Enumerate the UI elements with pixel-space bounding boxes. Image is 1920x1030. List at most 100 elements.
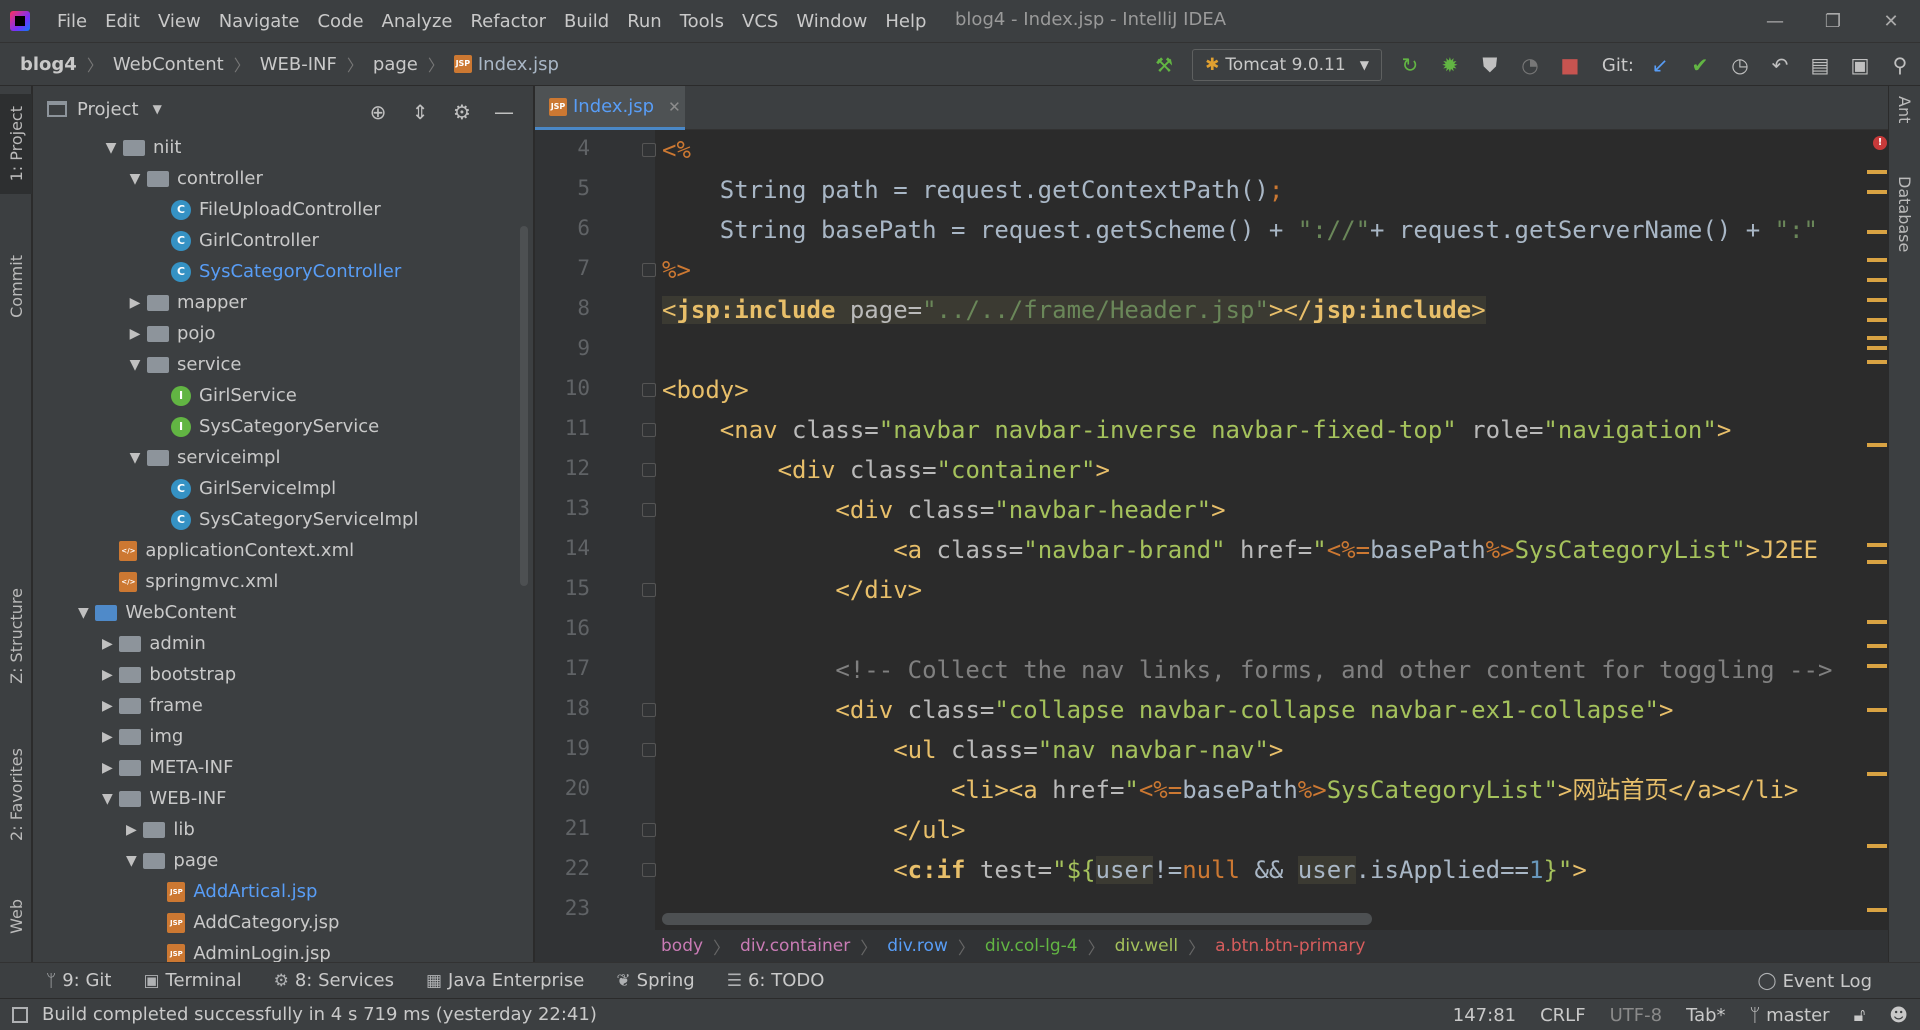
stripe-mark[interactable] [1867,230,1887,234]
menu-build[interactable]: Build [555,11,618,32]
indent-setting[interactable]: Tab* [1686,1005,1725,1026]
collapsed-arrow-icon[interactable]: ▶ [95,729,119,745]
menu-refactor[interactable]: Refactor [461,11,555,32]
menu-vcs[interactable]: VCS [733,11,787,32]
menu-tools[interactable]: Tools [671,11,733,32]
menu-edit[interactable]: Edit [96,11,149,32]
expanded-arrow-icon[interactable]: ▼ [123,450,147,466]
history-clock-icon[interactable]: ◷ [1720,45,1760,85]
stripe-mark[interactable] [1867,278,1887,282]
collapsed-arrow-icon[interactable]: ▶ [123,295,147,311]
collapsed-arrow-icon[interactable]: ▶ [119,822,143,838]
file-encoding[interactable]: UTF-8 [1610,1005,1662,1026]
tree-item[interactable]: C SysCategoryController [147,256,401,287]
tree-item[interactable]: C GirlController [147,225,319,256]
search-icon[interactable]: ⚲ [1880,45,1920,85]
tool-tab-favorites[interactable]: 2: Favorites [0,734,32,854]
tool-tab-spring[interactable]: ❦ Spring [616,970,694,991]
menu-help[interactable]: Help [876,11,935,32]
tree-item[interactable]: ▶ img [95,721,183,752]
stripe-mark[interactable] [1867,560,1887,564]
minimize-button[interactable]: — [1746,0,1804,42]
line-separator[interactable]: CRLF [1540,1005,1585,1026]
tree-item[interactable]: JSP AdminLogin.jsp [143,938,331,962]
run-configuration-select[interactable]: ✱ Tomcat 9.0.11 ▼ [1192,49,1382,81]
git-branch-widget[interactable]: ᛘ master [1750,1005,1830,1026]
tree-item[interactable]: I SysCategoryService [147,411,379,442]
error-indicator-icon[interactable]: ! [1873,136,1887,150]
stripe-mark[interactable] [1867,644,1887,648]
breadcrumb-project[interactable]: blog4 [20,54,77,75]
tree-item[interactable]: ▶ frame [95,690,203,721]
fold-marker-icon[interactable] [642,583,656,597]
tool-tab-structure[interactable]: Z: Structure [0,576,32,696]
tool-tab-terminal[interactable]: ▣ Terminal [143,970,241,991]
tree-item[interactable]: ▼ niit [99,132,182,163]
stripe-mark[interactable] [1867,844,1887,848]
editor-crumb-well[interactable]: div.well [1115,936,1178,956]
stripe-mark[interactable] [1867,664,1887,668]
presentation-icon[interactable]: ▣ [1840,45,1880,85]
tree-item[interactable]: </> springmvc.xml [95,566,278,597]
tree-item[interactable]: ▶ META-INF [95,752,233,783]
tree-item[interactable]: ▼ WebContent [71,597,236,628]
collapsed-arrow-icon[interactable]: ▶ [95,760,119,776]
coverage-icon[interactable]: ⛊ [1470,45,1510,85]
editor-crumb-col[interactable]: div.col-lg-4 [985,936,1078,956]
locate-crosshair-icon[interactable]: ⊕ [357,92,399,132]
tool-tab-commit[interactable]: Commit [0,236,32,336]
stripe-mark[interactable] [1867,543,1887,547]
rollback-icon[interactable]: ↶ [1760,45,1800,85]
tree-item[interactable]: ▶ mapper [123,287,247,318]
breadcrumb-file[interactable]: JSP Index.jsp [453,54,559,75]
editor-horizontal-scrollbar[interactable] [662,913,1372,925]
project-scrollbar[interactable] [520,226,528,586]
editor-crumb-button[interactable]: a.btn.btn-primary [1215,936,1365,956]
collapse-all-icon[interactable]: ⇕ [399,92,441,132]
close-window-button[interactable]: ✕ [1862,0,1920,42]
fold-marker-icon[interactable] [642,263,656,277]
stripe-mark[interactable] [1867,620,1887,624]
build-hammer-icon[interactable]: ⚒ [1144,45,1184,85]
caret-position[interactable]: 147:81 [1453,1005,1516,1026]
expanded-arrow-icon[interactable]: ▼ [99,140,123,156]
tree-item[interactable]: JSP AddArtical.jsp [143,876,317,907]
tool-tab-services[interactable]: ⚙ 8: Services [274,970,394,991]
menu-code[interactable]: Code [308,11,372,32]
stripe-mark[interactable] [1867,170,1887,174]
stripe-mark[interactable] [1867,190,1887,194]
project-panel-title[interactable]: Project [77,99,139,120]
menu-navigate[interactable]: Navigate [210,11,309,32]
tree-item[interactable]: ▶ admin [95,628,206,659]
tree-item[interactable]: ▶ pojo [123,318,216,349]
editor-crumb-container[interactable]: div.container [740,936,850,956]
expanded-arrow-icon[interactable]: ▼ [71,605,95,621]
tree-item[interactable]: ▼ service [123,349,242,380]
stripe-mark[interactable] [1867,772,1887,776]
stripe-mark[interactable] [1867,908,1887,912]
editor-crumb-row[interactable]: div.row [887,936,948,956]
stripe-mark[interactable] [1867,336,1887,340]
stripe-mark[interactable] [1867,443,1887,447]
fold-marker-icon[interactable] [642,703,656,717]
menu-analyze[interactable]: Analyze [373,11,462,32]
stripe-mark[interactable] [1867,298,1887,302]
stop-icon[interactable]: ■ [1550,45,1590,85]
fold-marker-icon[interactable] [642,463,656,477]
tree-item[interactable]: C FileUploadController [147,194,381,225]
tool-tab-web[interactable]: Web [0,886,32,946]
collapsed-arrow-icon[interactable]: ▶ [95,636,119,652]
restore-button[interactable]: ❐ [1804,0,1862,42]
rerun-icon[interactable]: ↻ [1390,45,1430,85]
tool-tab-event-log[interactable]: ◯ Event Log [1758,963,1872,999]
git-update-icon[interactable]: ↙ [1640,45,1680,85]
tree-item[interactable]: I GirlService [147,380,297,411]
stripe-mark[interactable] [1867,346,1887,350]
tool-tab-java-enterprise[interactable]: ▦ Java Enterprise [426,970,584,991]
close-tab-icon[interactable]: ✕ [668,98,681,116]
fold-marker-icon[interactable] [642,143,656,157]
tool-tab-ant[interactable]: Ant [1895,96,1914,128]
debug-bug-icon[interactable]: ✹ [1430,45,1470,85]
fold-marker-icon[interactable] [642,383,656,397]
collapsed-arrow-icon[interactable]: ▶ [123,326,147,342]
